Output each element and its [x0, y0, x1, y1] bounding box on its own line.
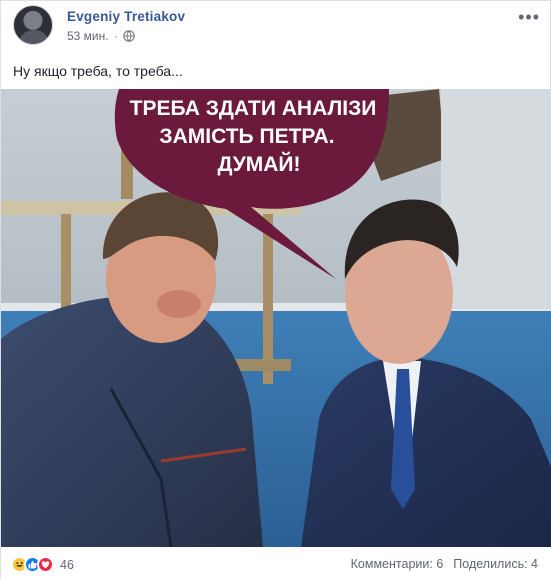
post-text: Ну якщо треба, то треба...	[13, 63, 183, 79]
worker-cheek	[157, 290, 201, 318]
meme-caption-line-1: ТРЕБА ЗДАТИ АНАЛІЗИ	[130, 97, 377, 120]
reactions-summary[interactable]: 46	[11, 556, 74, 573]
post-header: Evgeniy Tretiakov 53 мин. · •••	[13, 5, 540, 51]
more-options-icon[interactable]: •••	[518, 7, 540, 28]
meme-illustration: ТРЕБА ЗДАТИ АНАЛІЗИ ЗАМІСТЬ ПЕТРА. ДУМАЙ…	[1, 89, 551, 547]
meme-caption-line-2: ЗАМІСТЬ ПЕТРА.	[159, 125, 334, 148]
post-footer: 46 Комментарии: 6 Поделились: 4	[1, 547, 551, 579]
love-icon[interactable]	[37, 556, 54, 573]
facebook-post: Evgeniy Tretiakov 53 мин. · ••• Ну якщо …	[0, 0, 551, 579]
wooden-post-right	[263, 214, 273, 384]
engagement-counts: Комментарии: 6 Поделились: 4	[351, 557, 538, 571]
meme-caption-line-3: ДУМАЙ!	[217, 152, 300, 176]
author-name[interactable]: Evgeniy Tretiakov	[67, 9, 185, 24]
post-timestamp[interactable]: 53 мин.	[67, 29, 109, 43]
author-avatar[interactable]	[13, 5, 53, 45]
comments-count[interactable]: Комментарии: 6	[351, 557, 444, 571]
meta-separator: ·	[113, 29, 118, 43]
reaction-count[interactable]: 46	[60, 558, 74, 572]
post-image[interactable]: ТРЕБА ЗДАТИ АНАЛІЗИ ЗАМІСТЬ ПЕТРА. ДУМАЙ…	[1, 89, 551, 547]
shares-count[interactable]: Поделились: 4	[453, 557, 538, 571]
wall-panel-right	[441, 89, 551, 309]
globe-icon[interactable]	[122, 30, 135, 42]
post-meta: 53 мин. ·	[67, 29, 135, 43]
